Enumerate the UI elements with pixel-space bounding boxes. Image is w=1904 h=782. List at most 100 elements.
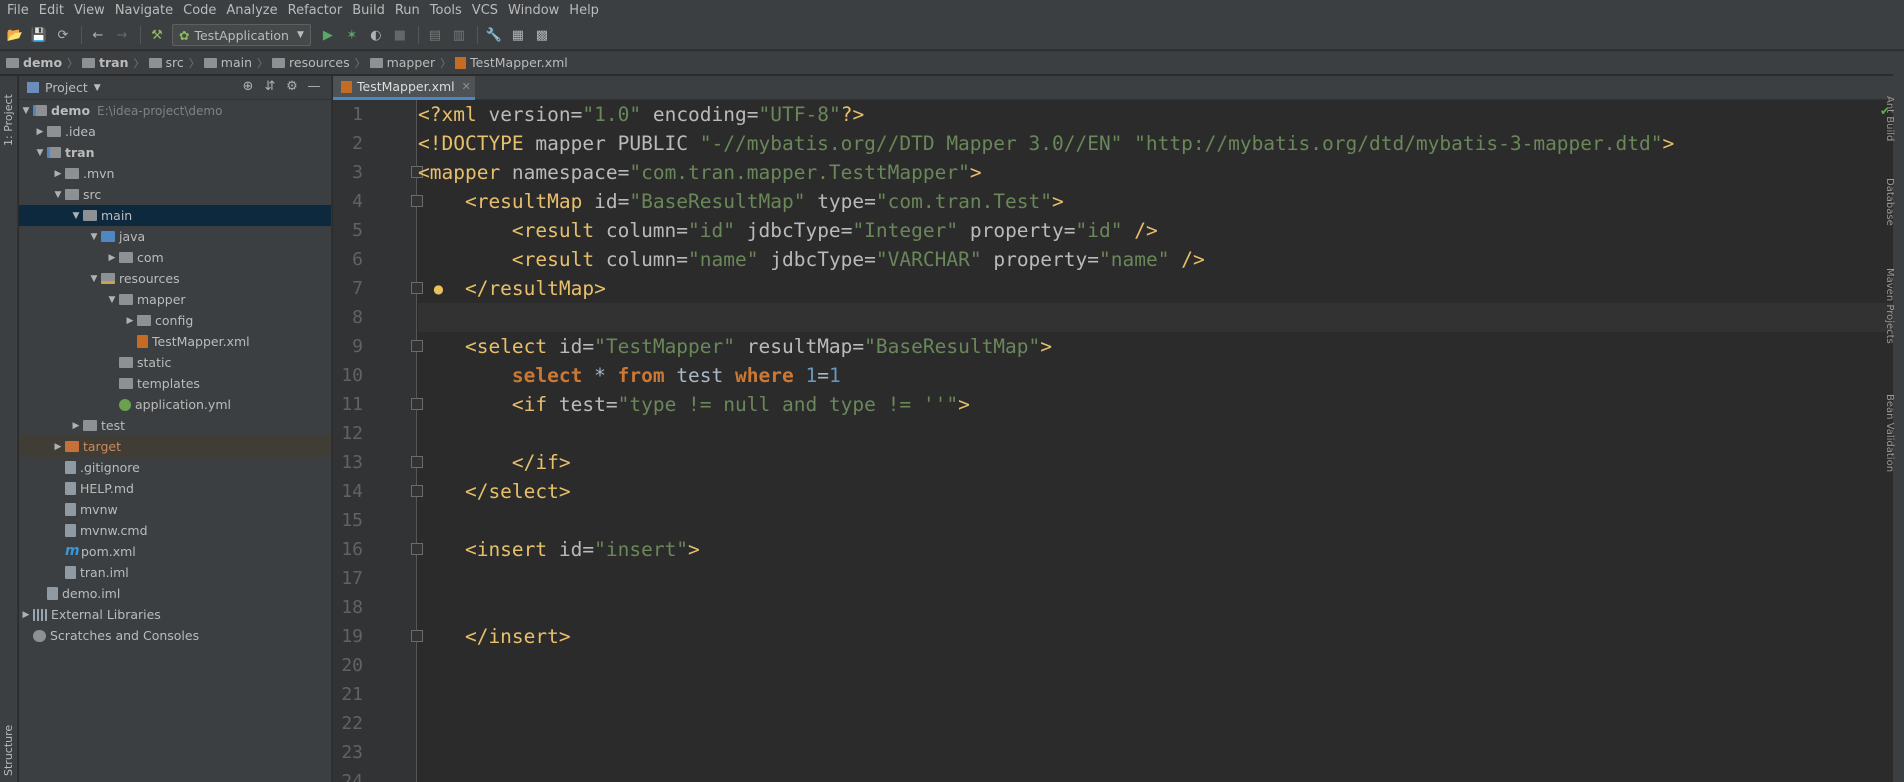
menu-analyze[interactable]: Analyze xyxy=(221,0,282,21)
tree-item-mvnw-cmd[interactable]: mvnw.cmd xyxy=(19,520,331,541)
tree-item-test[interactable]: ▶ test xyxy=(19,415,331,436)
line-number: 1 xyxy=(352,104,363,125)
line-number: 16 xyxy=(341,539,363,560)
menu-refactor[interactable]: Refactor xyxy=(283,0,348,21)
line-number: 24 xyxy=(341,771,363,782)
structure-tool-tab[interactable]: Structure xyxy=(2,725,15,776)
tree-item-testmapper-xml[interactable]: TestMapper.xml xyxy=(19,331,331,352)
forward-icon[interactable]: → xyxy=(111,24,133,46)
menu-build[interactable]: Build xyxy=(347,0,390,21)
project-panel-actions: ⊕ ⇵ ⚙ — xyxy=(237,79,325,94)
collapsed-arrow-icon[interactable]: ▶ xyxy=(123,316,137,326)
menu-window[interactable]: Window xyxy=(503,0,564,21)
vcs-update-icon[interactable]: ▤ xyxy=(424,24,446,46)
breadcrumb-mapper[interactable]: mapper 〉 xyxy=(369,55,451,71)
markdown-file-icon xyxy=(65,482,76,495)
tree-item-src[interactable]: ▼ src xyxy=(19,184,331,205)
tree-item-tran[interactable]: ▼ tran xyxy=(19,142,331,163)
tree-item-tran-iml[interactable]: tran.iml xyxy=(19,562,331,583)
menu-file[interactable]: File xyxy=(2,0,34,21)
editor-tab-testmapper[interactable]: TestMapper.xml ✕ xyxy=(333,76,475,100)
project-view-select[interactable]: Project xyxy=(45,80,88,95)
expanded-arrow-icon[interactable]: ▼ xyxy=(87,274,101,284)
chevron-down-icon[interactable]: ▼ xyxy=(94,83,101,93)
expanded-arrow-icon[interactable]: ▼ xyxy=(51,190,65,200)
gear-icon[interactable]: ⚙ xyxy=(281,79,303,94)
tree-item-config[interactable]: ▶ config xyxy=(19,310,331,331)
expanded-arrow-icon[interactable]: ▼ xyxy=(33,148,47,158)
code-area[interactable]: <?xml version="1.0" encoding="UTF-8"?> <… xyxy=(418,100,1893,782)
tree-item-scratches[interactable]: Scratches and Consoles xyxy=(19,625,331,646)
collapsed-arrow-icon[interactable]: ▶ xyxy=(51,169,65,179)
debug-icon[interactable]: ✶ xyxy=(341,24,363,46)
xml-file-icon xyxy=(137,335,148,348)
tree-item-external-libraries[interactable]: ▶ External Libraries xyxy=(19,604,331,625)
stop-icon[interactable]: ■ xyxy=(389,24,411,46)
breadcrumb-tran[interactable]: tran 〉 xyxy=(82,55,145,71)
run-icon[interactable]: ▶ xyxy=(317,24,339,46)
breadcrumb-resources[interactable]: resources 〉 xyxy=(272,55,366,71)
menu-tools[interactable]: Tools xyxy=(425,0,467,21)
file-icon xyxy=(65,503,76,516)
settings-wrench-icon[interactable]: 🔧 xyxy=(483,24,505,46)
menu-code[interactable]: Code xyxy=(178,0,221,21)
save-icon[interactable]: 💾 xyxy=(28,24,50,46)
tree-item-target[interactable]: ▶ target xyxy=(19,436,331,457)
open-folder-icon[interactable]: 📂 xyxy=(4,24,26,46)
back-icon[interactable]: ← xyxy=(87,24,109,46)
hide-icon[interactable]: — xyxy=(303,79,325,94)
menu-run[interactable]: Run xyxy=(390,0,425,21)
tree-item-static[interactable]: static xyxy=(19,352,331,373)
coverage-icon[interactable]: ◐ xyxy=(365,24,387,46)
tree-item-com[interactable]: ▶ com xyxy=(19,247,331,268)
tree-item-demo[interactable]: ▼ demo E:\idea-project\demo xyxy=(19,100,331,121)
project-structure-icon[interactable]: ▦ xyxy=(507,24,529,46)
expanded-arrow-icon[interactable]: ▼ xyxy=(69,211,83,221)
menu-vcs[interactable]: VCS xyxy=(467,0,503,21)
tree-item-idea[interactable]: ▶ .idea xyxy=(19,121,331,142)
tree-item-pom-xml[interactable]: m pom.xml xyxy=(19,541,331,562)
close-icon[interactable]: ✕ xyxy=(462,80,471,93)
tree-item-java[interactable]: ▼ java xyxy=(19,226,331,247)
breadcrumb-src[interactable]: src 〉 xyxy=(148,55,200,71)
build-hammer-icon[interactable]: ⚒ xyxy=(146,24,168,46)
tree-item-resources[interactable]: ▼ resources xyxy=(19,268,331,289)
breadcrumb-main[interactable]: main 〉 xyxy=(203,55,268,71)
menu-navigate[interactable]: Navigate xyxy=(110,0,178,21)
tree-item-gitignore[interactable]: .gitignore xyxy=(19,457,331,478)
expanded-arrow-icon[interactable]: ▼ xyxy=(87,232,101,242)
breadcrumb-file[interactable]: TestMapper.xml xyxy=(455,55,568,70)
menu-view[interactable]: View xyxy=(69,0,110,21)
tree-item-mvn[interactable]: ▶ .mvn xyxy=(19,163,331,184)
menu-edit[interactable]: Edit xyxy=(34,0,69,21)
sync-icon[interactable]: ⟳ xyxy=(52,24,74,46)
run-configuration-select[interactable]: ✿ TestApplication ▼ xyxy=(172,24,311,46)
current-line-highlight xyxy=(418,303,1893,332)
tree-item-help-md[interactable]: HELP.md xyxy=(19,478,331,499)
tree-item-main[interactable]: ▼ main xyxy=(19,205,331,226)
collapsed-arrow-icon[interactable]: ▶ xyxy=(33,127,47,137)
tree-item-templates[interactable]: templates xyxy=(19,373,331,394)
bean-validation-tool-tab[interactable]: Bean Validation xyxy=(1884,394,1895,472)
expanded-arrow-icon[interactable]: ▼ xyxy=(105,295,119,305)
collapsed-arrow-icon[interactable]: ▶ xyxy=(69,421,83,431)
tree-item-mvnw[interactable]: mvnw xyxy=(19,499,331,520)
collapsed-arrow-icon[interactable]: ▶ xyxy=(51,442,65,452)
sdk-icon[interactable]: ▩ xyxy=(531,24,553,46)
tree-item-application-yml[interactable]: application.yml xyxy=(19,394,331,415)
menu-help[interactable]: Help xyxy=(564,0,604,21)
vcs-commit-icon[interactable]: ▥ xyxy=(448,24,470,46)
locate-icon[interactable]: ⊕ xyxy=(237,79,259,94)
breadcrumb-demo[interactable]: demo 〉 xyxy=(6,55,78,71)
folder-icon xyxy=(83,420,97,431)
maven-projects-tool-tab[interactable]: Maven Projects xyxy=(1884,268,1895,344)
expanded-arrow-icon[interactable]: ▼ xyxy=(19,106,33,116)
collapsed-arrow-icon[interactable]: ▶ xyxy=(105,253,119,263)
tree-item-mapper[interactable]: ▼ mapper xyxy=(19,289,331,310)
ant-build-tool-tab[interactable]: Ant Build xyxy=(1884,96,1895,141)
database-tool-tab[interactable]: Database xyxy=(1884,178,1895,226)
project-tool-tab[interactable]: 1: Project xyxy=(2,94,15,146)
collapse-all-icon[interactable]: ⇵ xyxy=(259,79,281,94)
tree-item-demo-iml[interactable]: demo.iml xyxy=(19,583,331,604)
collapsed-arrow-icon[interactable]: ▶ xyxy=(19,610,33,620)
